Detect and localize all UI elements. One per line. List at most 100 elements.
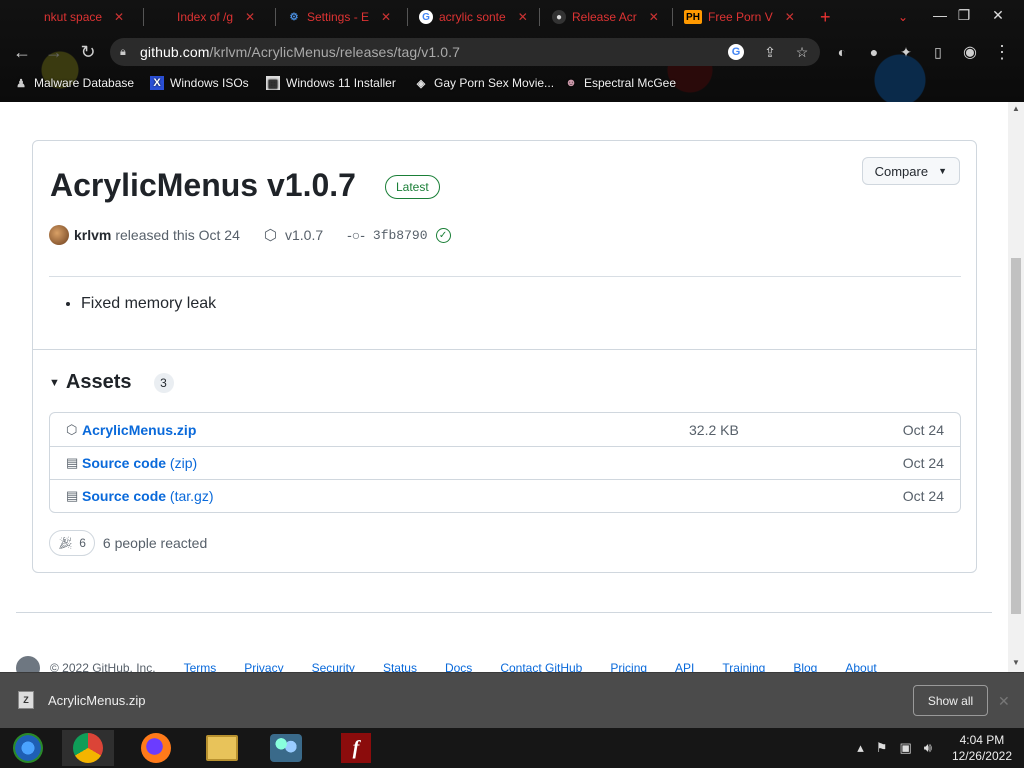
share-icon[interactable]: ⇪ (762, 44, 778, 60)
tab-6[interactable]: PH Free Porn V ✕ (684, 4, 795, 30)
released-text: released this Oct 24 (115, 227, 240, 243)
asset-link[interactable]: Source code (tar.gz) (82, 488, 214, 504)
bookmark-gay-porn[interactable]: ◈ Gay Porn Sex Movie... (414, 76, 554, 90)
reaction-summary: 6 people reacted (102, 535, 208, 551)
profile-icon[interactable]: ◉ (958, 40, 982, 64)
menu-kebab-icon[interactable]: ⋮ (990, 40, 1014, 64)
address-bar[interactable]: 🔒︎ github.com/krlvm/AcrylicMenus/release… (110, 38, 820, 66)
commit-link[interactable]: 3fb8790 (373, 228, 428, 243)
tab-2[interactable]: Index of /g ✕ (177, 4, 255, 30)
reload-icon[interactable]: ↻ (76, 40, 100, 64)
back-icon[interactable]: ← (10, 40, 34, 64)
bookmark-windows-isos[interactable]: X Windows ISOs (150, 76, 249, 90)
restore-icon[interactable]: ❐ (948, 2, 980, 28)
extension-flag-icon[interactable]: ◐ (830, 40, 854, 64)
tab-3[interactable]: ⚙ Settings - E ✕ (287, 4, 392, 30)
x-icon: X (150, 76, 164, 90)
divider (49, 276, 961, 277)
footer-link-privacy[interactable]: Privacy (244, 661, 283, 672)
assets-header[interactable]: ▼ Assets 3 (49, 371, 174, 394)
tab-title: nkut space (44, 10, 103, 24)
bookmark-malware-database[interactable]: ♟ Malware Database (14, 76, 134, 90)
close-icon[interactable]: ✕ (245, 10, 255, 24)
clock[interactable]: 4:04 PM 12/26/2022 (952, 732, 1012, 764)
asset-row[interactable]: ⬡ AcrylicMenus.zip 32.2 KB Oct 24 (50, 413, 960, 446)
download-item[interactable]: Z AcrylicMenus.zip (18, 691, 146, 709)
chrome-icon (73, 733, 103, 763)
asset-date: Oct 24 (902, 488, 944, 504)
release-notes: Fixed memory leak (81, 295, 216, 313)
vertical-scrollbar[interactable]: ▲ ▼ (1008, 102, 1024, 672)
tab-separator (407, 8, 408, 26)
scroll-up-icon[interactable]: ▲ (1012, 104, 1020, 113)
tab-4[interactable]: G acrylic sonte ✕ (419, 4, 528, 30)
close-icon[interactable]: ✕ (649, 10, 659, 24)
scrollbar-thumb[interactable] (1011, 258, 1021, 614)
asset-date: Oct 24 (902, 455, 944, 471)
avatar[interactable] (49, 225, 69, 245)
close-icon[interactable]: ✕ (785, 10, 795, 24)
close-icon[interactable]: ✕ (381, 10, 391, 24)
google-lens-icon[interactable]: G (728, 44, 744, 60)
close-icon[interactable]: ✕ (998, 693, 1010, 710)
reaction-button[interactable]: 🎉︎ 6 (49, 530, 95, 556)
tag-link[interactable]: v1.0.7 (285, 227, 323, 243)
close-icon[interactable]: ✕ (518, 10, 528, 24)
avatar-icon: ☻ (565, 77, 577, 89)
footer-link-pricing[interactable]: Pricing (610, 661, 647, 672)
tray-overflow-icon[interactable]: ▴ (857, 740, 864, 756)
footer-link-status[interactable]: Status (383, 661, 417, 672)
bookmark-star-icon[interactable]: ☆ (794, 44, 810, 60)
footer-link-docs[interactable]: Docs (445, 661, 472, 672)
footer-link-security[interactable]: Security (312, 661, 355, 672)
github-logo-icon[interactable] (16, 656, 40, 672)
new-tab-button[interactable]: + (820, 4, 831, 30)
bookmark-windows-11-installer[interactable]: ▦ Windows 11 Installer (266, 76, 396, 90)
verified-check-icon[interactable]: ✓ (435, 227, 451, 243)
tab-1[interactable]: nkut space ✕ (44, 4, 124, 30)
footer-link-blog[interactable]: Blog (793, 661, 817, 672)
lock-icon: 🔒︎ (120, 46, 126, 58)
taskbar-users[interactable] (260, 730, 312, 766)
asset-link[interactable]: AcrylicMenus.zip (82, 422, 196, 438)
close-icon[interactable]: ✕ (114, 10, 124, 24)
bookmark-espectral-mcgee[interactable]: ☻ Espectral McGee (564, 76, 676, 90)
reactions: 🎉︎ 6 6 people reacted (49, 530, 207, 556)
footer-link-training[interactable]: Training (722, 661, 765, 672)
flash-icon: f (341, 733, 371, 763)
footer-link-api[interactable]: API (675, 661, 694, 672)
site-icon: ◈ (416, 77, 426, 90)
download-filename: AcrylicMenus.zip (48, 692, 146, 708)
network-icon[interactable]: ▣ (899, 740, 911, 756)
show-all-button[interactable]: Show all (913, 685, 988, 716)
taskbar-explorer[interactable] (196, 730, 248, 766)
tab-5-active[interactable]: ● Release Acr ✕ (552, 4, 659, 30)
volume-icon[interactable]: 🔊︎ (924, 740, 932, 756)
extensions-puzzle-icon[interactable]: ✦ (894, 40, 918, 64)
compare-button[interactable]: Compare ▼ (861, 157, 960, 185)
forward-icon[interactable]: → (42, 40, 66, 64)
asset-row[interactable]: ▤ Source code (zip) Oct 24 (50, 446, 960, 479)
taskbar-chrome[interactable] (62, 730, 114, 766)
close-window-icon[interactable]: ✕ (982, 2, 1014, 28)
taskbar-firefox[interactable] (130, 730, 182, 766)
footer-link-terms[interactable]: Terms (184, 661, 217, 672)
tab-search-chevron-icon[interactable]: ⌄ (898, 4, 908, 30)
extension-avatar-icon[interactable]: ● (862, 40, 886, 64)
page-content: AcrylicMenus v1.0.7 Latest Compare ▼ krl… (0, 102, 1008, 672)
footer-link-about[interactable]: About (845, 661, 876, 672)
flag-icon[interactable]: ⚑ (876, 740, 888, 756)
footer-link-contact[interactable]: Contact GitHub (500, 661, 582, 672)
scroll-down-icon[interactable]: ▼ (1012, 658, 1020, 667)
bookmark-label: Gay Porn Sex Movie... (434, 76, 555, 90)
start-button[interactable] (2, 730, 54, 766)
sidepanel-icon[interactable]: ▯ (926, 40, 950, 64)
package-icon: ⬡ (66, 421, 78, 437)
image-icon: ▦ (266, 76, 280, 90)
asset-link[interactable]: Source code (zip) (82, 455, 197, 471)
taskbar-flash[interactable]: f (330, 730, 382, 766)
author-link[interactable]: krlvm (74, 227, 111, 243)
asset-row[interactable]: ▤ Source code (tar.gz) Oct 24 (50, 479, 960, 512)
release-title[interactable]: AcrylicMenus v1.0.7 (50, 167, 356, 204)
browser-chrome: nkut space ✕ Index of /g ✕ ⚙ Settings - … (0, 0, 1024, 102)
